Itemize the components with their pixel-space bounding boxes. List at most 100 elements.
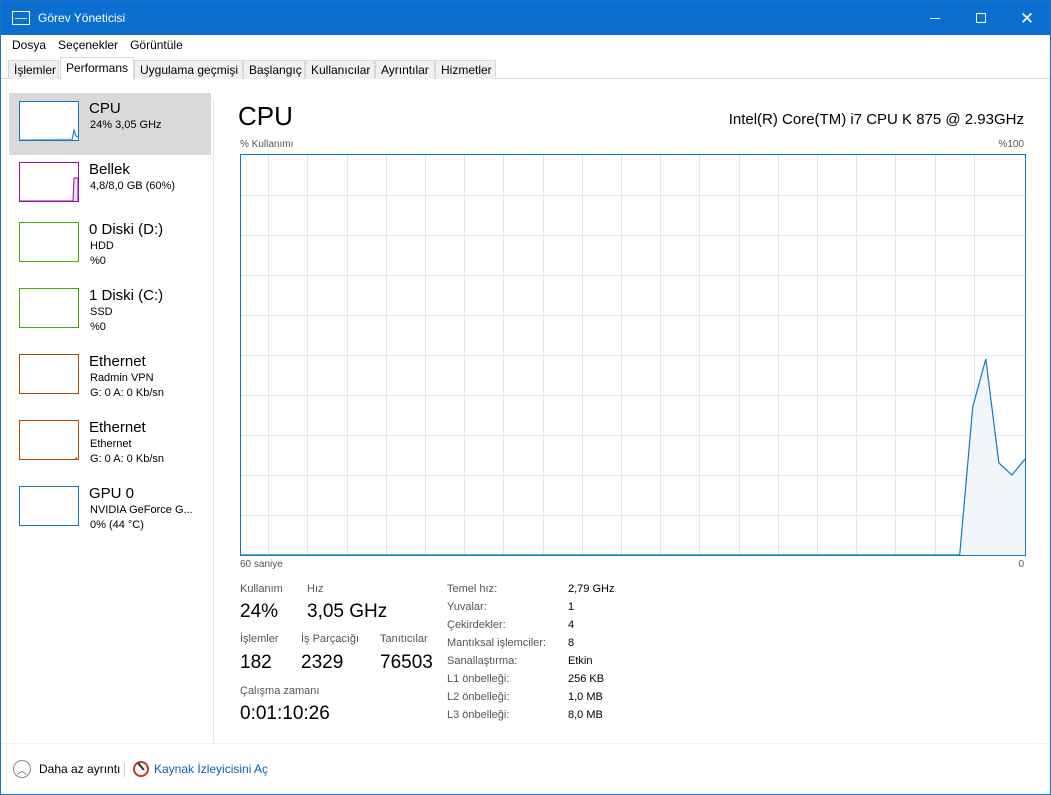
- speed-value: 3,05 GHz: [307, 601, 388, 622]
- disk-thumbnail: [19, 288, 79, 328]
- info-value: 2,79 GHz: [568, 583, 615, 595]
- footer-separator: [124, 763, 125, 777]
- info-label: Sanallaştırma:: [447, 655, 518, 667]
- info-label: Çekirdekler:: [447, 619, 506, 631]
- info-value: 1,0 MB: [568, 691, 603, 703]
- task-manager-icon: [12, 11, 30, 25]
- menu-options[interactable]: Seçenekler: [52, 38, 124, 52]
- menu-bar: Dosya Seçenekler Görüntüle: [1, 35, 1050, 55]
- sidebar-item-detail: SSD: [90, 306, 113, 318]
- tab-processes[interactable]: İşlemler: [8, 60, 59, 79]
- title-bar[interactable]: Görev Yöneticisi ✕: [1, 1, 1050, 35]
- close-button[interactable]: ✕: [1004, 1, 1050, 35]
- minimize-icon: [930, 17, 940, 19]
- memory-thumbnail-graph: [20, 177, 78, 201]
- sidebar-item-detail: Radmin VPN: [90, 372, 154, 384]
- cpu-usage-chart: [241, 155, 1026, 556]
- usage-label: Kullanım: [240, 583, 283, 595]
- sidebar-item-detail-2: 0% (44 °C): [90, 519, 144, 531]
- graph-x-end-label: 0: [1018, 559, 1024, 570]
- info-label: L2 önbelleği:: [447, 691, 510, 703]
- resource-sidebar: CPU 24% 3,05 GHz Bellek 4,8/8,0 GB (60%)…: [9, 93, 211, 743]
- sidebar-item-title: Bellek: [89, 161, 130, 178]
- info-label: L3 önbelleği:: [447, 709, 510, 721]
- fewer-details-label: Daha az ayrıntı: [39, 762, 121, 776]
- sidebar-item-detail: Ethernet: [90, 438, 132, 450]
- sidebar-item-ethernet-vpn[interactable]: Ethernet Radmin VPN G: 0 A: 0 Kb/sn: [9, 346, 211, 408]
- page-title: CPU: [238, 101, 293, 131]
- resource-monitor-icon: [133, 761, 149, 777]
- sidebar-item-detail: 4,8/8,0 GB (60%): [90, 180, 175, 192]
- resource-monitor-label: Kaynak İzleyicisini Aç: [154, 762, 269, 776]
- info-value: 4: [568, 619, 575, 631]
- sidebar-item-detail-2: %0: [90, 321, 106, 333]
- menu-view[interactable]: Görüntüle: [124, 38, 189, 52]
- speed-label: Hız: [307, 583, 324, 595]
- sidebar-item-title: Ethernet: [89, 353, 146, 370]
- info-label: Temel hız:: [447, 583, 498, 595]
- close-icon: ✕: [1019, 8, 1035, 28]
- tab-users[interactable]: Kullanıcılar: [305, 60, 375, 79]
- ethernet-thumbnail: [19, 354, 79, 394]
- window-title: Görev Yöneticisi: [38, 11, 126, 25]
- minimize-button[interactable]: [912, 1, 958, 35]
- sidebar-item-disk-d[interactable]: 0 Diski (D:) HDD %0: [9, 214, 211, 276]
- info-value: 8,0 MB: [568, 709, 603, 721]
- tab-performance[interactable]: Performans: [60, 57, 134, 80]
- menu-file[interactable]: Dosya: [6, 38, 52, 52]
- sidebar-item-memory[interactable]: Bellek 4,8/8,0 GB (60%): [9, 154, 211, 216]
- disk-thumbnail: [19, 222, 79, 262]
- sidebar-divider: [213, 101, 214, 743]
- info-label: Mantıksal işlemciler:: [447, 637, 547, 649]
- usage-value: 24%: [240, 601, 279, 622]
- sidebar-item-disk-c[interactable]: 1 Diski (C:) SSD %0: [9, 280, 211, 342]
- uptime-label: Çalışma zamanı: [240, 685, 320, 697]
- tab-startup[interactable]: Başlangıç: [243, 60, 305, 79]
- task-manager-window: Görev Yöneticisi ✕ Dosya Seçenekler Görü…: [0, 0, 1051, 795]
- info-label: Yuvalar:: [447, 601, 487, 613]
- tab-details[interactable]: Ayrıntılar: [375, 60, 435, 79]
- info-value: 256 KB: [568, 673, 605, 685]
- graph-x-label: 60 saniye: [240, 559, 283, 570]
- window-controls: ✕: [912, 1, 1050, 35]
- cpu-model-name: Intel(R) Core(TM) i7 CPU K 875 @ 2.93GHz: [728, 111, 1024, 128]
- graph-y-label: % Kullanımı: [240, 139, 294, 150]
- sidebar-item-title: Ethernet: [89, 419, 146, 436]
- uptime-value: 0:01:10:26: [240, 703, 330, 724]
- ethernet-thumbnail-graph: [75, 456, 77, 459]
- sidebar-item-cpu[interactable]: CPU 24% 3,05 GHz: [9, 93, 211, 155]
- ethernet-thumbnail: [19, 420, 79, 460]
- memory-thumbnail: [19, 162, 79, 202]
- sidebar-item-ethernet[interactable]: Ethernet Ethernet G: 0 A: 0 Kb/sn: [9, 412, 211, 474]
- threads-label: İş Parçacığı: [301, 633, 360, 645]
- maximize-icon: [976, 13, 986, 23]
- sidebar-item-detail: 24% 3,05 GHz: [90, 119, 162, 131]
- info-value: 8: [568, 637, 575, 649]
- graph-y-max-label: %100: [998, 139, 1024, 150]
- sidebar-item-title: GPU 0: [89, 485, 135, 502]
- tab-services[interactable]: Hizmetler: [435, 60, 496, 79]
- cpu-thumbnail: [19, 101, 79, 141]
- footer-divider: [1, 743, 1050, 744]
- tab-app-history[interactable]: Uygulama geçmişi: [134, 60, 243, 79]
- cpu-usage-graph: [240, 154, 1026, 556]
- info-value: Etkin: [568, 655, 593, 667]
- sidebar-item-detail-2: %0: [90, 255, 106, 267]
- sidebar-item-title: 1 Diski (C:): [89, 287, 164, 304]
- sidebar-item-detail-2: G: 0 A: 0 Kb/sn: [90, 387, 164, 399]
- chevron-up-icon: ︿: [13, 760, 31, 778]
- cpu-usage-line: [241, 358, 1026, 556]
- sidebar-item-title: CPU: [89, 100, 121, 117]
- cpu-usage-area: [241, 359, 1025, 555]
- threads-value: 2329: [301, 652, 344, 673]
- handles-label: Tanıtıcılar: [380, 633, 428, 645]
- fewer-details-button[interactable]: ︿ Daha az ayrıntı: [13, 760, 120, 778]
- handles-value: 76503: [380, 652, 433, 673]
- tab-strip: İşlemler Performans Uygulama geçmişi Baş…: [1, 57, 1050, 80]
- maximize-button[interactable]: [958, 1, 1004, 35]
- open-resource-monitor-link[interactable]: Kaynak İzleyicisini Aç: [133, 761, 268, 777]
- sidebar-item-gpu[interactable]: GPU 0 NVIDIA GeForce G... 0% (44 °C): [9, 478, 211, 540]
- sidebar-item-title: 0 Diski (D:): [89, 221, 164, 238]
- gpu-thumbnail: [19, 486, 79, 526]
- info-value: 1: [568, 601, 575, 613]
